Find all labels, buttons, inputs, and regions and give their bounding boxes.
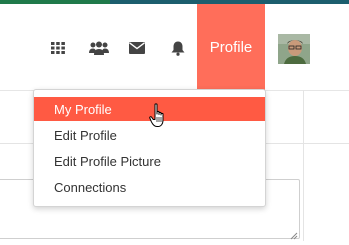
content-divider-vertical bbox=[303, 90, 304, 241]
menu-item-edit-profile-picture[interactable]: Edit Profile Picture bbox=[34, 149, 265, 173]
envelope-icon[interactable] bbox=[124, 33, 150, 63]
profile-menu-button[interactable]: Profile bbox=[197, 4, 265, 90]
menu-item-label: My Profile bbox=[54, 101, 112, 117]
menu-item-label: Edit Profile bbox=[54, 127, 117, 143]
menu-item-label: Edit Profile Picture bbox=[54, 153, 161, 169]
users-icon[interactable] bbox=[84, 33, 114, 63]
menu-item-connections[interactable]: Connections bbox=[34, 175, 265, 199]
hand-cursor-icon bbox=[149, 103, 169, 129]
avatar[interactable] bbox=[278, 34, 310, 64]
profile-label: Profile bbox=[209, 38, 253, 56]
grid-icon[interactable] bbox=[45, 33, 71, 63]
menu-item-label: Connections bbox=[54, 179, 127, 195]
bell-icon[interactable] bbox=[165, 33, 191, 63]
resize-handle-icon[interactable] bbox=[288, 227, 298, 240]
